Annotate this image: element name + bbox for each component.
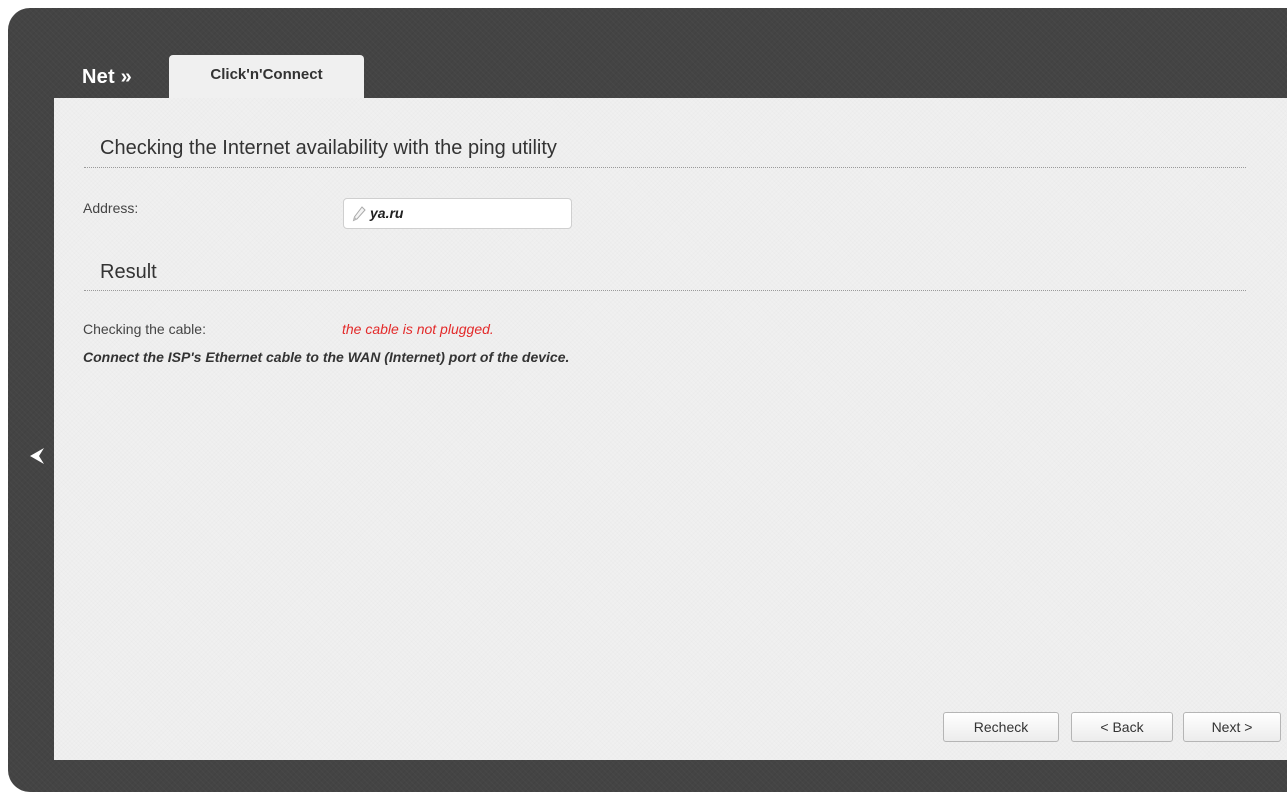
connection-hint: Connect the ISP's Ethernet cable to the … <box>83 349 570 365</box>
address-input[interactable]: ya.ru <box>343 198 572 229</box>
cable-status-text: the cable is not plugged. <box>342 321 494 337</box>
ping-section-title: Checking the Internet availability with … <box>100 137 557 159</box>
section-breadcrumb: Net » <box>82 66 132 88</box>
address-value: ya.ru <box>370 205 404 221</box>
result-section-divider <box>84 290 1246 291</box>
cable-check-label: Checking the cable: <box>83 321 206 337</box>
content-panel: Checking the Internet availability with … <box>54 98 1287 760</box>
app-frame: Net » Click'n'Connect Checking the Inter… <box>8 8 1287 792</box>
recheck-button[interactable]: Recheck <box>943 712 1059 742</box>
ping-section-divider <box>84 167 1246 168</box>
pencil-icon <box>352 206 366 222</box>
back-button[interactable]: < Back <box>1071 712 1173 742</box>
next-button[interactable]: Next > <box>1183 712 1281 742</box>
chevron-left-icon[interactable] <box>28 446 46 466</box>
address-label: Address: <box>83 200 139 216</box>
result-section-title: Result <box>100 261 157 283</box>
tab-click-n-connect[interactable]: Click'n'Connect <box>169 55 364 99</box>
